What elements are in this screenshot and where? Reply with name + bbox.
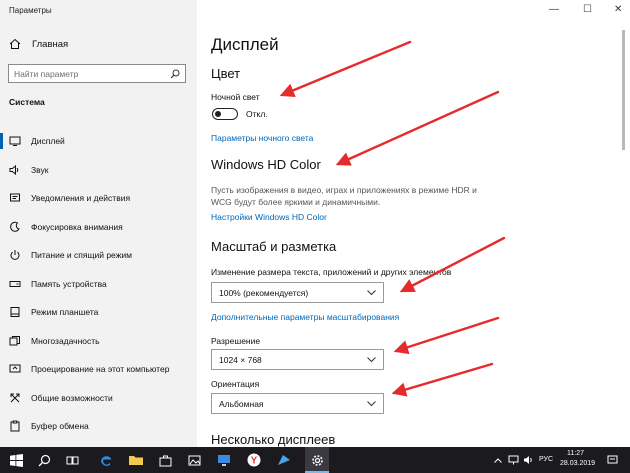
network-icon [508,455,518,465]
taskbar: Y РУС 11:27 28.03.2019 [0,447,630,473]
search-icon [38,454,50,466]
store-icon [159,455,171,466]
language-indicator[interactable]: РУС [539,456,553,463]
clock-time[interactable]: 11:27 [567,450,584,457]
start-button[interactable] [8,452,24,468]
arrow-resolution [393,316,500,355]
remote-desktop-taskbar-button[interactable] [216,452,232,468]
media-taskbar-button[interactable] [276,452,292,468]
gear-icon [311,454,323,466]
task-view-button[interactable] [64,452,80,468]
media-player-icon [278,455,290,465]
edge-icon [101,456,112,466]
yandex-taskbar-button[interactable]: Y [246,452,262,468]
chevron-up-icon [494,457,502,463]
volume-tray-button[interactable] [522,452,534,468]
arrow-night-light [279,40,412,98]
action-center-icon [607,455,617,463]
volume-icon [523,456,532,464]
folder-icon [129,456,143,465]
annotation-arrows [279,40,506,397]
photos-icon [188,455,200,465]
arrow-scale [399,236,506,293]
search-taskbar-button[interactable] [36,452,52,468]
tray-chevron[interactable] [493,452,503,468]
network-tray-button[interactable] [507,452,519,468]
explorer-taskbar-button[interactable] [128,452,144,468]
clock-date[interactable]: 28.03.2019 [560,460,595,467]
settings-taskbar-button[interactable] [309,452,325,468]
arrow-hdr [335,90,500,166]
remote-desktop-icon [218,454,230,466]
app-taskbar-button[interactable] [186,452,202,468]
edge-taskbar-button[interactable] [98,452,114,468]
task-view-icon [66,456,78,464]
svg-text:Y: Y [251,456,258,467]
arrow-orientation [391,362,494,397]
windows-icon [9,453,23,467]
action-center-button[interactable] [606,452,618,468]
store-taskbar-button[interactable] [157,452,173,468]
yandex-browser-icon: Y [247,453,261,467]
